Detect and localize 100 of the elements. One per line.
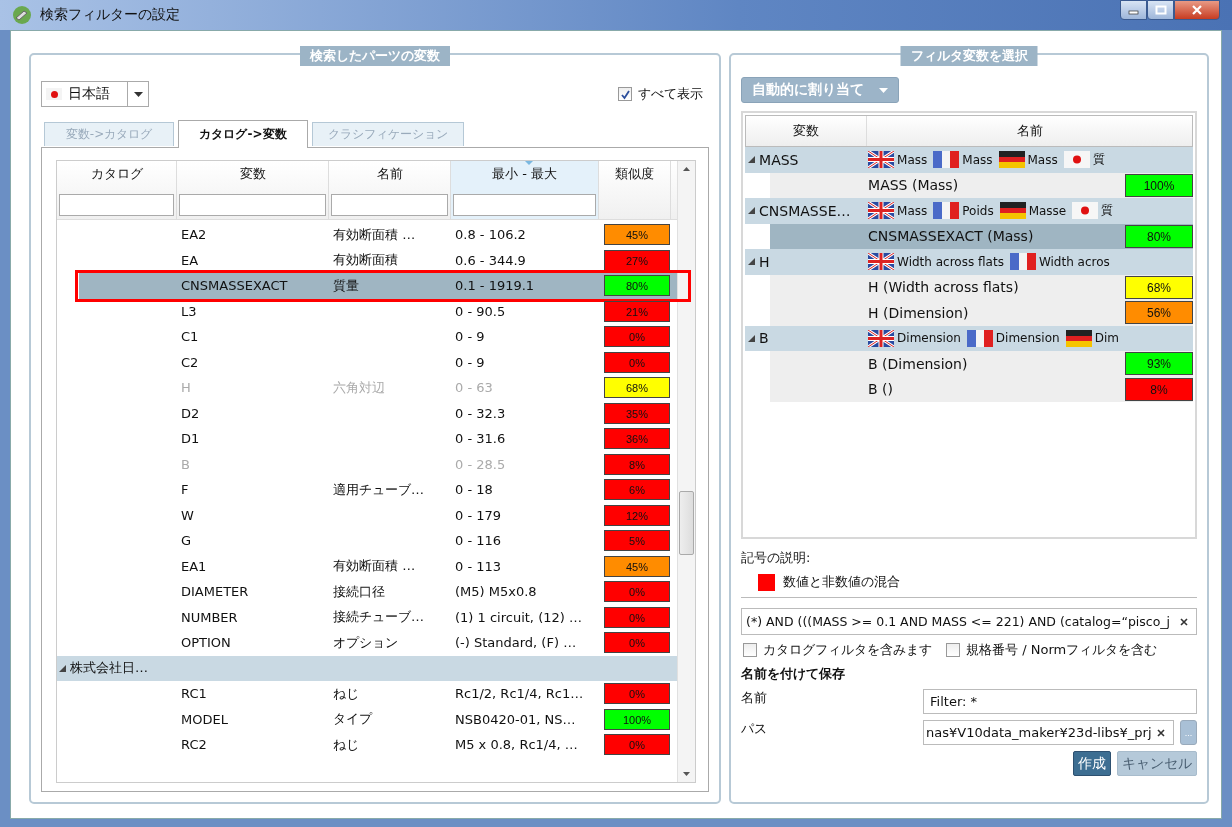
similarity-badge: 80% [1125,224,1193,248]
table-cell-text: M5 x 0.8, Rc1/4, … [454,737,579,753]
table-row[interactable]: H 六角対辺 0 - 63 68% [79,375,678,401]
table-row[interactable]: RC1 ねじ Rc1/2, Rc1/4, Rc1… 0% [79,681,678,707]
flag-icon [998,151,1025,169]
translation-text: Masse [1028,203,1067,218]
column-filter-field[interactable] [453,194,596,216]
similarity-badge: 12% [604,504,670,526]
table-cell: ねじ [333,685,359,701]
column-header[interactable]: 最小 - 最大 [451,161,599,219]
tree-item-row[interactable]: B (Dimension) 93% [770,351,1193,377]
table-row[interactable]: W 0 - 179 12% [79,502,678,528]
table-row[interactable]: EA2 有効断面積 … 0.8 - 106.2 45% [79,222,678,248]
option-checkbox[interactable]: カタログフィルタを含みます [743,641,933,659]
translation-text: Dim [1094,331,1119,346]
similarity-badge: 100% [1125,173,1193,197]
close-icon [1191,5,1203,15]
table-row[interactable]: D1 0 - 31.6 36% [79,426,678,452]
flag-icon [868,253,895,271]
tree-item-row[interactable]: MASS (Mass) 100% [770,172,1193,198]
table-cell: 六角対辺 [333,379,385,395]
table-cell-text: MODEL [180,711,229,727]
filter-expression-field[interactable]: (*) AND (((MASS >= 0.1 AND MASS <= 221) AND (catalog=“pisco_j [741,608,1197,635]
tree-group-row[interactable]: MASS Mass Mass Mass 質 [745,147,1193,173]
flag-icon [1009,253,1036,271]
similarity-badge: 0% [604,606,670,628]
tree-item-row[interactable]: CNSMASSEXACT (Mass) 80% [770,223,1193,249]
flag-icon [46,88,62,100]
table-row[interactable]: EA1 有効断面積 … 0 - 113 45% [79,553,678,579]
path-field[interactable]: nas¥V10data_maker¥23d-libs¥_prj [923,720,1174,745]
table-cell-text: G [180,533,193,549]
variable-name: B [759,330,769,347]
similarity-badge: 0% [604,734,670,756]
table-cell: タイプ [333,711,372,727]
flag-icon [1065,329,1092,347]
column-filter-field[interactable] [59,194,174,216]
column-header[interactable]: 類似度 [599,161,671,219]
similarity-badge: 0% [604,632,670,654]
table-cell: ねじ [333,736,359,752]
column-header[interactable]: 変数 [746,116,868,146]
table-row[interactable]: OPTION オプション (-) Standard, (F) … 0% [79,630,678,656]
table-cell: 有効断面積 … [333,226,416,242]
translation-text: Width across flats [897,254,1004,269]
table-row[interactable]: DIAMETER 接続口径 (M5) M5x0.8 0% [79,579,678,605]
table-cell-text: EA [180,252,200,268]
table-row[interactable]: L3 0 - 90.5 21% [79,298,678,324]
tree-item-row[interactable]: H (Width across flats) 68% [770,274,1193,300]
table-cell-text: 0 - 90.5 [454,303,507,319]
tree-item-row[interactable]: H (Dimension) 56% [770,300,1193,326]
table-row[interactable]: G 0 - 116 5% [79,528,678,554]
clear-icon[interactable] [1180,617,1188,626]
column-filter-field[interactable] [331,194,448,216]
tree-item-label: MASS (Mass) [868,177,959,194]
variable-name: MASS [759,151,799,168]
table-row[interactable]: F 適用チューブ… 0 - 18 6% [79,477,678,503]
option-checkbox[interactable]: 規格番号 / Normフィルタを含む [946,641,1158,659]
table-row[interactable]: EA 有効断面積 0.6 - 344.9 27% [79,247,678,273]
column-header[interactable]: カタログ [57,161,177,219]
table-row[interactable]: D2 0 - 32.3 35% [79,400,678,426]
tree-group-row[interactable]: B Dimension Dimension Dim [745,325,1193,351]
variable-name: H [759,253,770,270]
scrollbar[interactable] [677,161,696,782]
table-row[interactable]: B 0 - 28.5 8% [79,451,678,477]
tree-item-row[interactable]: B () 8% [770,376,1193,402]
tree-group-row[interactable]: CNSMASSE… Mass Poids Masse 質 [745,198,1193,224]
translation-text: Mass [897,152,928,167]
close-button[interactable] [1174,0,1220,20]
show-all-checkbox[interactable]: すべて表示 [618,85,704,103]
similarity-badge: 8% [604,453,670,475]
table-row[interactable]: C1 0 - 9 0% [79,324,678,350]
variable-name: CNSMASSE… [759,202,851,219]
column-header[interactable]: 名前 [867,116,1192,146]
tree-group-row[interactable]: H Width across flats Width acros [745,249,1193,275]
tab[interactable]: カタログ->変数 [178,120,308,148]
similarity-badge: 45% [604,555,670,577]
minimize-button[interactable] [1120,0,1147,20]
column-header[interactable]: 名前 [329,161,451,219]
scroll-thumb[interactable] [679,491,695,555]
flag-icon [868,329,895,347]
table-row[interactable]: C2 0 - 9 0% [79,349,678,375]
table-row[interactable]: NUMBER 接続チューブ… (1) 1 circuit, (12) … 0% [79,604,678,630]
column-header[interactable]: 変数 [177,161,329,219]
table-cell-text: H [180,380,192,396]
flag-icon [933,202,960,220]
similarity-badge: 68% [604,377,670,399]
scroll-up-icon [683,167,691,171]
action-button[interactable]: 作成 [1073,751,1111,776]
clear-icon[interactable] [1157,728,1165,737]
table-cell: オプション [333,634,398,650]
table-cell-text: 0 - 9 [454,329,486,345]
table-row[interactable]: MODEL タイプ NSB0420-01, NS… 100% [79,706,678,732]
table-row[interactable]: RC2 ねじ M5 x 0.8, Rc1/4, … 0% [79,732,678,758]
column-filter-field[interactable] [179,194,326,216]
caret-icon [133,91,143,97]
catalog-group-row[interactable]: 株式会社日… [57,655,678,681]
name-field[interactable]: Filter: * [923,689,1197,714]
table-cell: 質量 [333,277,359,293]
language-dropdown[interactable]: 日本語 [41,81,149,107]
table-cell: 有効断面積 [333,252,398,268]
maximize-button[interactable] [1147,0,1174,20]
